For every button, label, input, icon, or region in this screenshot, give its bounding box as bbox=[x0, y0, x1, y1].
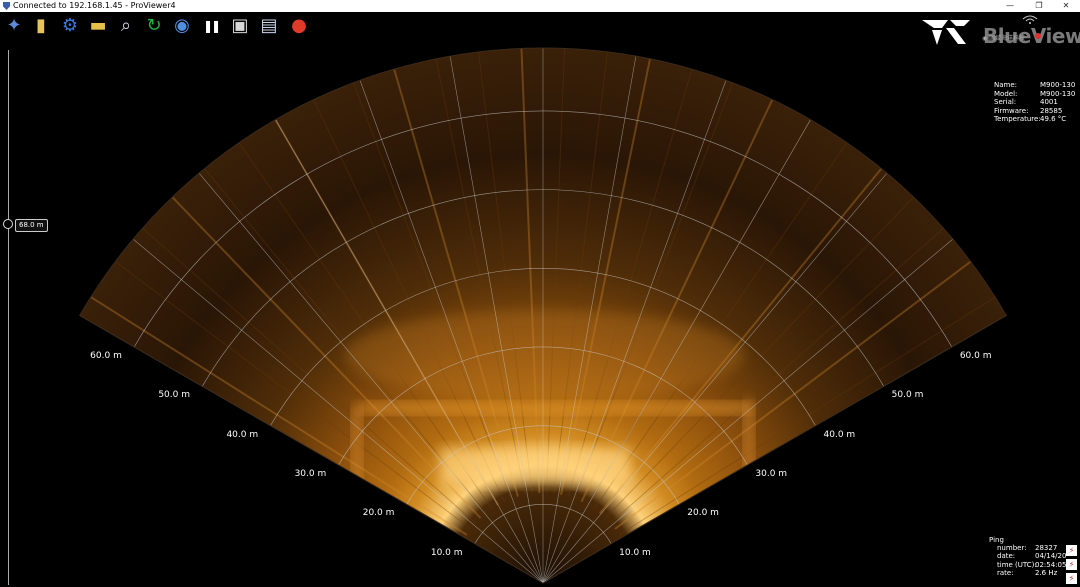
range-label-left: 10.0 m bbox=[430, 547, 463, 558]
recording-indicator-icon bbox=[1035, 33, 1041, 39]
device-info-label: Serial: bbox=[994, 98, 1017, 106]
side-buttons: ⚡ ⚡ ⚡ bbox=[1066, 545, 1078, 587]
device-info-label: Model: bbox=[994, 89, 1018, 98]
ping-value: 2.6 Hz bbox=[1035, 568, 1058, 577]
device-info-row: Serial: 4001 bbox=[994, 98, 1079, 107]
device-info-row: Firmware: 28585 bbox=[994, 107, 1079, 116]
range-label-right: 20.0 m bbox=[687, 508, 719, 519]
range-label-right: 50.0 m bbox=[891, 390, 924, 401]
side-button-3-icon[interactable]: ⚡ bbox=[1066, 573, 1077, 584]
ping-label: rate: bbox=[997, 568, 1014, 577]
ping-value: 04/14/20 bbox=[1035, 552, 1067, 561]
side-button-1-icon[interactable]: ⚡ bbox=[1066, 545, 1077, 556]
device-info-row: Name: M900-130 bbox=[994, 81, 1079, 90]
range-label-right: 10.0 m bbox=[619, 547, 651, 558]
ping-label: number: bbox=[997, 544, 1027, 553]
side-button-2-icon[interactable]: ⚡ bbox=[1066, 559, 1077, 570]
ping-value: 02:54:05 bbox=[1035, 560, 1067, 569]
device-info-value: 49.6 °C bbox=[1040, 115, 1067, 123]
device-info-value: 28585 bbox=[1040, 106, 1063, 115]
teledyne-logo-mark bbox=[922, 20, 970, 45]
range-label-left: 20.0 m bbox=[362, 508, 395, 519]
device-info-row: Temperature: 49.6 °C bbox=[994, 115, 1079, 124]
device-info-label: Firmware: bbox=[994, 106, 1029, 115]
range-slider-track[interactable] bbox=[8, 50, 9, 585]
ping-label: time (UTC): bbox=[997, 560, 1037, 569]
range-label-right: 60.0 m bbox=[959, 350, 992, 361]
range-label-left: 40.0 m bbox=[226, 429, 259, 440]
ping-heading: Ping bbox=[989, 536, 1004, 544]
device-info-row: Model: M900-130 bbox=[994, 90, 1079, 99]
range-label-left: 60.0 m bbox=[90, 350, 122, 361]
ping-value: 28327 bbox=[1035, 544, 1058, 553]
range-label-right: 40.0 m bbox=[823, 429, 856, 440]
range-label-left: 30.0 m bbox=[294, 468, 327, 479]
range-slider-value: 68.0 m bbox=[15, 219, 48, 232]
device-info-label: Name: bbox=[994, 81, 1018, 89]
device-info-panel: Name: M900-130 Model: M900-130 Serial: 4001 Fi… bbox=[994, 81, 1079, 124]
range-slider-handle[interactable] bbox=[3, 219, 13, 229]
range-label-right: 30.0 m bbox=[755, 468, 788, 479]
wifi-icon bbox=[1022, 15, 1038, 24]
device-info-value: M900-130 bbox=[1040, 81, 1076, 89]
device-info-value: 4001 bbox=[1040, 98, 1058, 106]
sonar-fan-display[interactable] bbox=[0, 0, 1080, 585]
ping-label: date: bbox=[997, 552, 1016, 561]
device-info-label: Temperature: bbox=[994, 115, 1041, 123]
device-info-value: M900-130 bbox=[1040, 89, 1076, 98]
range-label-left: 50.0 m bbox=[158, 390, 190, 401]
brand-subtext: ◉ 国域海洋科技 bbox=[982, 35, 1026, 42]
